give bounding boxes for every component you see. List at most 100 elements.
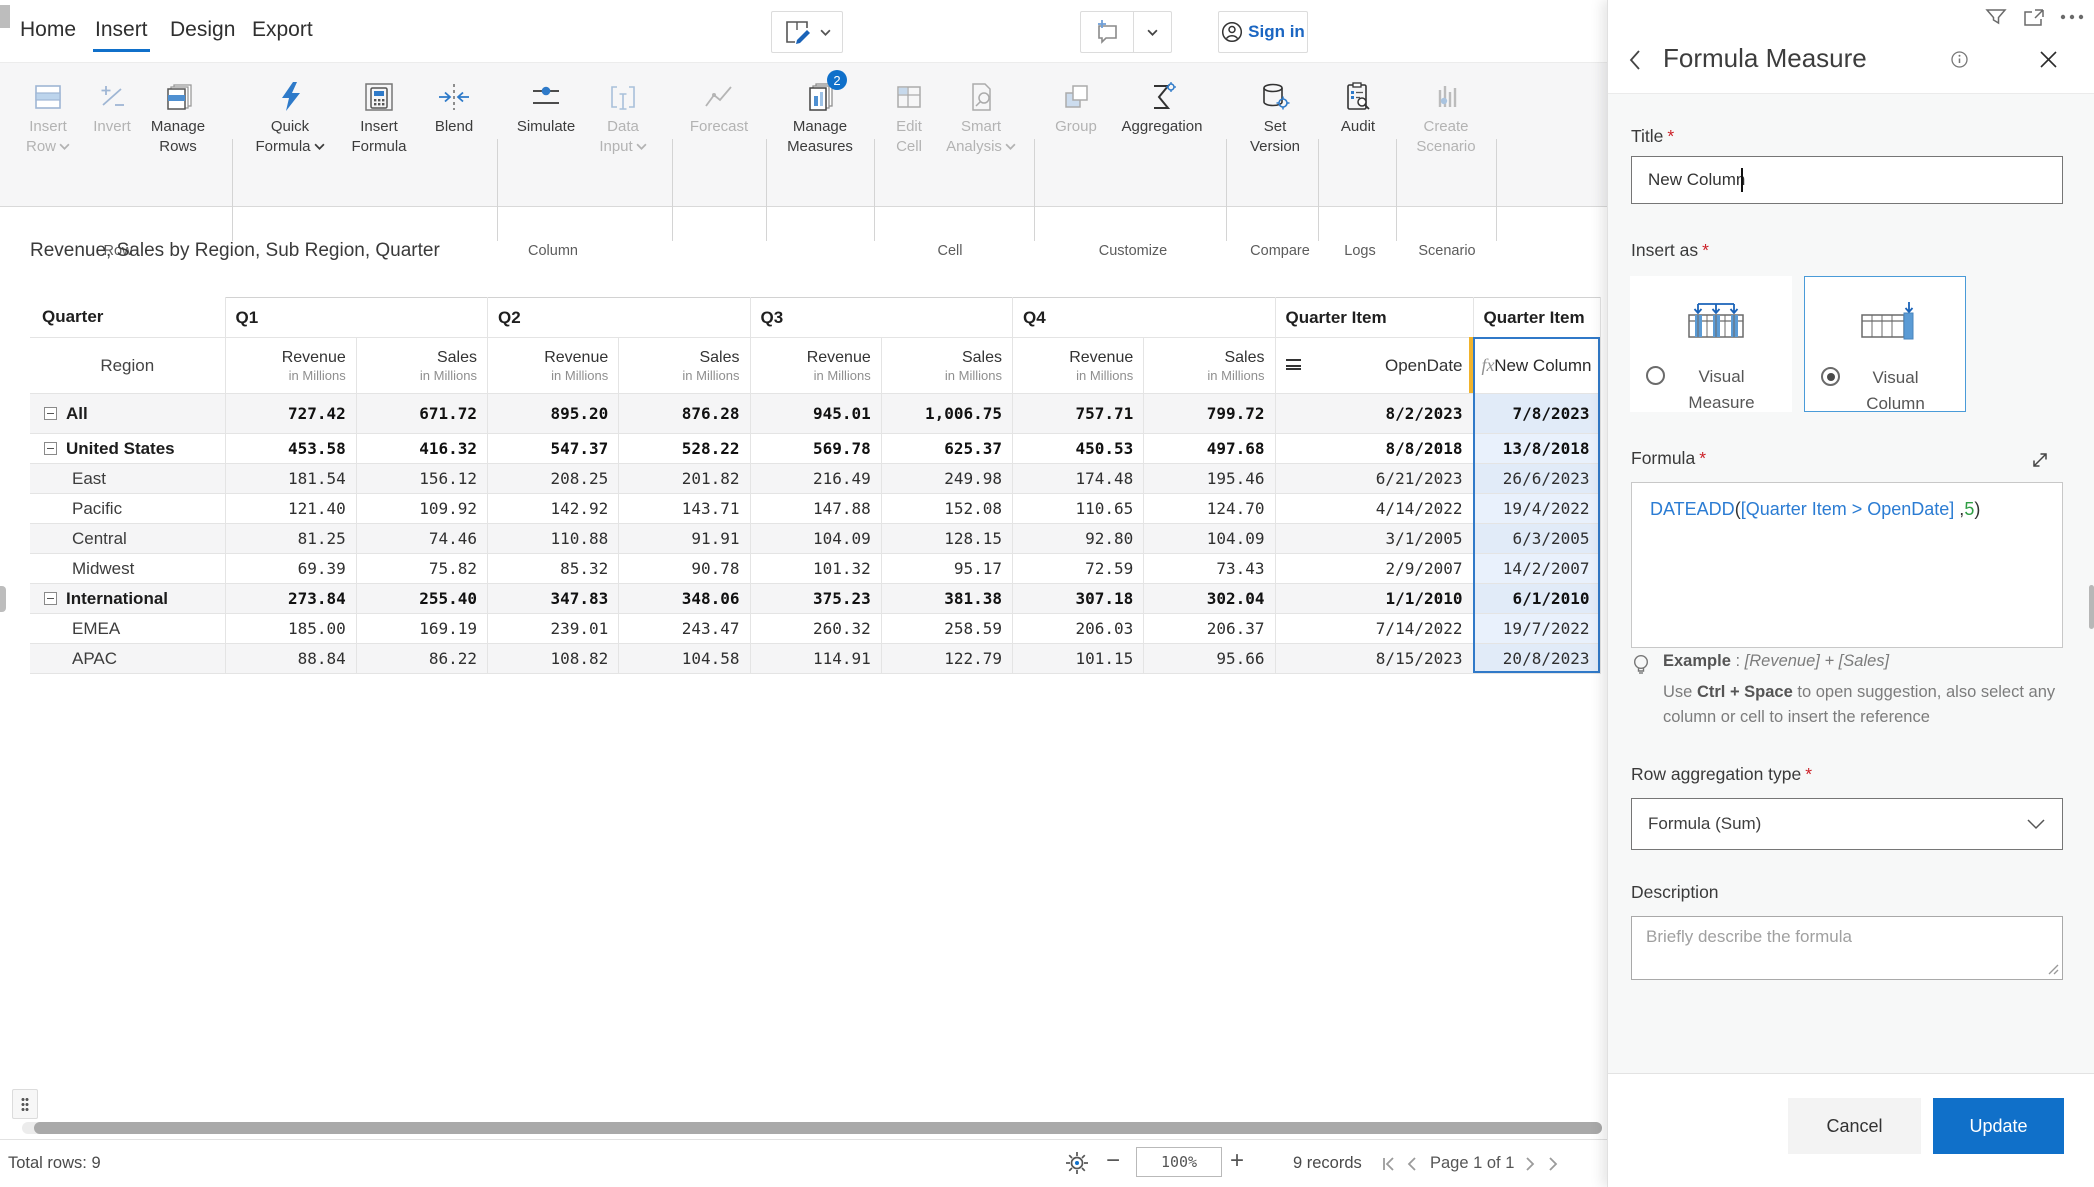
zoom-out-button[interactable]: − bbox=[1106, 1146, 1120, 1176]
region-cell[interactable]: APAC bbox=[30, 644, 225, 674]
next-page-button[interactable] bbox=[1522, 1156, 1538, 1172]
table-settings-button[interactable] bbox=[1064, 1150, 1090, 1176]
horizontal-scrollbar-thumb[interactable] bbox=[34, 1122, 1602, 1134]
ribbon-button-forecast[interactable]: Forecast bbox=[686, 77, 752, 189]
newcolumn-cell[interactable]: 6/1/2010 bbox=[1473, 584, 1600, 614]
value-cell[interactable]: 727.42 bbox=[225, 394, 356, 434]
value-cell[interactable]: 81.25 bbox=[225, 524, 356, 554]
value-cell[interactable]: 101.15 bbox=[1013, 644, 1144, 674]
comment-menu-button[interactable] bbox=[1133, 11, 1172, 53]
opendate-cell[interactable]: 2/9/2007 bbox=[1275, 554, 1473, 584]
value-cell[interactable]: 258.59 bbox=[881, 614, 1012, 644]
value-cell[interactable]: 95.66 bbox=[1144, 644, 1275, 674]
horizontal-scrollbar[interactable] bbox=[22, 1122, 1602, 1134]
value-cell[interactable]: 249.98 bbox=[881, 464, 1012, 494]
header-quarter-item-newcolumn[interactable]: Quarter Item bbox=[1473, 298, 1600, 338]
value-cell[interactable]: 347.83 bbox=[488, 584, 619, 614]
value-cell[interactable]: 381.38 bbox=[881, 584, 1012, 614]
cancel-button[interactable]: Cancel bbox=[1788, 1098, 1921, 1154]
value-cell[interactable]: 95.17 bbox=[881, 554, 1012, 584]
newcolumn-cell[interactable]: 26/6/2023 bbox=[1473, 464, 1600, 494]
value-cell[interactable]: 110.88 bbox=[488, 524, 619, 554]
value-cell[interactable]: 104.09 bbox=[1144, 524, 1275, 554]
ribbon-button-edit-cell[interactable]: Edit Cell bbox=[886, 77, 932, 189]
value-cell[interactable]: 799.72 bbox=[1144, 394, 1275, 434]
region-cell[interactable]: United States bbox=[30, 434, 225, 464]
header-quarter[interactable]: Quarter bbox=[30, 298, 225, 338]
header-q1-revenue[interactable]: Revenuein Millions bbox=[225, 338, 356, 394]
back-button[interactable] bbox=[1627, 48, 1643, 72]
region-cell[interactable]: Central bbox=[30, 524, 225, 554]
header-q1[interactable]: Q1 bbox=[225, 298, 488, 338]
ribbon-button-data-input[interactable]: Data Input bbox=[592, 77, 654, 189]
value-cell[interactable]: 307.18 bbox=[1013, 584, 1144, 614]
value-cell[interactable]: 122.79 bbox=[881, 644, 1012, 674]
update-button[interactable]: Update bbox=[1933, 1098, 2064, 1154]
ribbon-button-create-scenario[interactable]: Create Scenario bbox=[1408, 77, 1484, 189]
aggregation-type-select[interactable]: Formula (Sum) bbox=[1631, 798, 2063, 850]
ribbon-button-insert-row[interactable]: Insert Row bbox=[16, 77, 80, 189]
collapse-icon[interactable] bbox=[44, 442, 57, 455]
ribbon-button-set-version[interactable]: Set Version bbox=[1242, 77, 1308, 189]
value-cell[interactable]: 671.72 bbox=[356, 394, 487, 434]
value-cell[interactable]: 206.03 bbox=[1013, 614, 1144, 644]
title-input[interactable] bbox=[1631, 156, 2063, 204]
expand-window-icon[interactable] bbox=[2023, 8, 2045, 28]
newcolumn-cell[interactable]: 19/7/2022 bbox=[1473, 614, 1600, 644]
value-cell[interactable]: 114.91 bbox=[750, 644, 881, 674]
value-cell[interactable]: 255.40 bbox=[356, 584, 487, 614]
header-q2[interactable]: Q2 bbox=[488, 298, 751, 338]
value-cell[interactable]: 121.40 bbox=[225, 494, 356, 524]
value-cell[interactable]: 569.78 bbox=[750, 434, 881, 464]
value-cell[interactable]: 109.92 bbox=[356, 494, 487, 524]
expand-formula-icon[interactable] bbox=[2030, 450, 2050, 470]
sign-in-button[interactable]: Sign in bbox=[1218, 11, 1308, 53]
header-region[interactable]: Region bbox=[30, 338, 225, 394]
opendate-cell[interactable]: 8/8/2018 bbox=[1275, 434, 1473, 464]
ribbon-button-aggregation[interactable]: Aggregation bbox=[1112, 77, 1212, 189]
header-opendate[interactable]: OpenDate bbox=[1275, 338, 1473, 394]
opendate-cell[interactable]: 8/2/2023 bbox=[1275, 394, 1473, 434]
header-q1-sales[interactable]: Salesin Millions bbox=[356, 338, 487, 394]
ribbon-button-smart-analysis[interactable]: Smart Analysis bbox=[940, 77, 1022, 189]
panel-scrollbar-thumb[interactable] bbox=[2089, 585, 2094, 629]
value-cell[interactable]: 72.59 bbox=[1013, 554, 1144, 584]
value-cell[interactable]: 206.37 bbox=[1144, 614, 1275, 644]
value-cell[interactable]: 104.58 bbox=[619, 644, 750, 674]
value-cell[interactable]: 895.20 bbox=[488, 394, 619, 434]
add-comment-button[interactable] bbox=[1080, 11, 1133, 53]
value-cell[interactable]: 86.22 bbox=[356, 644, 487, 674]
value-cell[interactable]: 757.71 bbox=[1013, 394, 1144, 434]
opendate-cell[interactable]: 7/14/2022 bbox=[1275, 614, 1473, 644]
header-q3[interactable]: Q3 bbox=[750, 298, 1013, 338]
ribbon-button-group[interactable]: Group bbox=[1048, 77, 1104, 189]
value-cell[interactable]: 243.47 bbox=[619, 614, 750, 644]
header-q2-sales[interactable]: Salesin Millions bbox=[619, 338, 750, 394]
value-cell[interactable]: 69.39 bbox=[225, 554, 356, 584]
value-cell[interactable]: 239.01 bbox=[488, 614, 619, 644]
first-page-button[interactable] bbox=[1381, 1156, 1397, 1172]
region-cell[interactable]: EMEA bbox=[30, 614, 225, 644]
opendate-cell[interactable]: 8/15/2023 bbox=[1275, 644, 1473, 674]
value-cell[interactable]: 273.84 bbox=[225, 584, 356, 614]
value-cell[interactable]: 75.82 bbox=[356, 554, 487, 584]
value-cell[interactable]: 108.82 bbox=[488, 644, 619, 674]
collapse-icon[interactable] bbox=[44, 592, 57, 605]
more-options-icon[interactable] bbox=[2060, 14, 2084, 20]
value-cell[interactable]: 110.65 bbox=[1013, 494, 1144, 524]
collapse-icon[interactable] bbox=[44, 407, 57, 420]
value-cell[interactable]: 195.46 bbox=[1144, 464, 1275, 494]
ribbon-button-blend[interactable]: Blend bbox=[424, 77, 484, 189]
close-icon[interactable] bbox=[2038, 49, 2059, 70]
header-q4-sales[interactable]: Salesin Millions bbox=[1144, 338, 1275, 394]
value-cell[interactable]: 143.71 bbox=[619, 494, 750, 524]
ribbon-button-insert-formula[interactable]: Insert Formula bbox=[344, 77, 414, 189]
value-cell[interactable]: 85.32 bbox=[488, 554, 619, 584]
edit-view-button[interactable] bbox=[771, 11, 843, 53]
value-cell[interactable]: 124.70 bbox=[1144, 494, 1275, 524]
description-textarea[interactable] bbox=[1631, 916, 2063, 980]
region-cell[interactable]: Midwest bbox=[30, 554, 225, 584]
value-cell[interactable]: 945.01 bbox=[750, 394, 881, 434]
radio-visual-measure[interactable] bbox=[1646, 366, 1665, 385]
newcolumn-cell[interactable]: 6/3/2005 bbox=[1473, 524, 1600, 554]
